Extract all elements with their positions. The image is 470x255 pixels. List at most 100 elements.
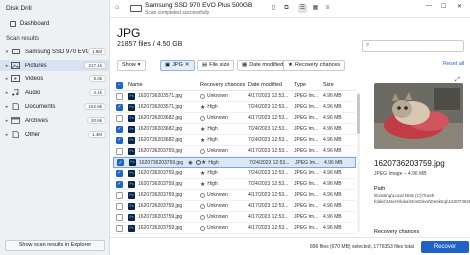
recover-button[interactable]: Recover [421, 241, 469, 253]
chevron-right-icon[interactable]: ▸ [3, 118, 11, 124]
row-checkbox[interactable]: ✓ [116, 169, 123, 177]
menu-icon[interactable]: ≡ [323, 4, 332, 13]
unknown-icon [200, 225, 205, 231]
list-view-icon[interactable]: ☰ [298, 4, 307, 13]
table-row[interactable]: ✓ Ps 1620736203682.jpg ★ High 7/24/2023 12:53… [113, 124, 356, 135]
date-cell: 7/24/2023 12:53... [248, 181, 289, 187]
recovery-value: High [207, 170, 218, 176]
table-row[interactable]: Ps 1620736203759.jpg Unknown 4/17/2023 12:5… [113, 146, 356, 157]
scan-results-heading: Scan results [6, 36, 40, 42]
close-icon[interactable]: ✕ [457, 3, 462, 10]
size-cell: 4.96 MB [323, 115, 342, 121]
audio-icon [11, 89, 20, 96]
row-checkbox[interactable] [116, 191, 123, 199]
table-row[interactable]: Ps 1620736203759.jpg Unknown 4/17/2023 12:5… [113, 212, 356, 223]
column-type[interactable]: Type [294, 82, 323, 88]
chevron-right-icon[interactable]: ▸ [3, 76, 11, 82]
size-cell: 4.96 MB [323, 181, 342, 187]
chevron-right-icon[interactable]: ▸ [3, 104, 11, 110]
row-checkbox[interactable] [116, 213, 123, 221]
locate-icon[interactable] [195, 160, 201, 165]
recovery-chances-filter[interactable]: ★ Recovery chances [283, 60, 346, 71]
sidebar-item-other[interactable]: ▸ Other 1.4M [0, 129, 110, 140]
close-icon[interactable]: ✕ [185, 61, 190, 70]
chevron-down-icon[interactable]: ▾ [3, 49, 11, 55]
dashboard-label: Dashboard [20, 21, 50, 27]
file-name-cell: Ps 1620736203571.jpg [128, 92, 200, 100]
file-name-cell: Ps 1620736203759.jpg [128, 191, 200, 199]
table-row[interactable]: Ps 1620736203759.jpg Unknown 4/17/2023 12:5… [113, 190, 356, 201]
table-row[interactable]: Ps 1620736203759.jpg Unknown 4/17/2023 12:5… [113, 223, 356, 234]
file-icon[interactable]: ▯ [269, 4, 278, 13]
minimize-icon[interactable]: — [426, 3, 432, 9]
sidebar-item-archives[interactable]: ▸ Archives 20.6k [0, 115, 110, 126]
show-in-explorer-button[interactable]: Show scan results in Explorer [5, 240, 105, 251]
chevron-right-icon[interactable]: ▸ [3, 90, 11, 96]
date-cell: 4/17/2023 12:53... [248, 203, 289, 209]
type-cell: JPEG Im... [294, 126, 319, 132]
document-icon [11, 103, 20, 110]
type-cell: JPEG Im... [294, 170, 319, 176]
jpg-file-icon: Ps [128, 180, 135, 188]
sidebar-item-documents[interactable]: ▸ Documents 152.5k [0, 101, 110, 112]
chevron-right-icon[interactable]: ▸ [3, 63, 11, 69]
row-checkbox[interactable] [116, 114, 123, 122]
sidebar-item-pictures[interactable]: ▸ Pictures 217.1k [0, 60, 110, 71]
row-checkbox[interactable]: ✓ [116, 125, 123, 133]
unknown-icon [200, 214, 205, 220]
column-name[interactable]: Name [128, 82, 200, 88]
date-modified-label: Date modified [249, 62, 284, 68]
column-size[interactable]: Size [323, 82, 353, 88]
row-checkbox[interactable]: ✓ [116, 180, 123, 188]
search-input[interactable] [373, 42, 461, 51]
sidebar-item-dashboard[interactable]: Dashboard [10, 19, 49, 29]
reset-all-link[interactable]: Reset all [443, 61, 464, 67]
table-row[interactable]: ✓ Ps 1620736203571.jpg ★ High 7/24/2023 12:53… [113, 102, 356, 113]
column-date[interactable]: Date modified [248, 82, 294, 88]
file-name: 1620736203682.jpg [138, 137, 183, 143]
sidebar-item-audio[interactable]: ▸ Audio 4.1k [0, 87, 110, 98]
archive-icon [11, 117, 20, 124]
table-row[interactable]: ✓ Ps 1620736203759.jpg ◉ ★ High 7/24/2023 12:5… [113, 157, 356, 168]
file-size-filter[interactable]: ▤ File size [197, 60, 235, 71]
row-checkbox[interactable]: ✓ [117, 159, 124, 166]
table-row[interactable]: Ps 1620736203571.jpg Unknown 4/17/2023 12:5… [113, 91, 356, 102]
scrollbar[interactable] [357, 92, 360, 232]
table-row[interactable]: ✓ Ps 1620736203759.jpg ★ High 7/24/2023 12:53… [113, 179, 356, 190]
sidebar-item-label: Samsung SSD 970 EVO... [25, 48, 88, 55]
select-all-checkbox[interactable]: − [116, 81, 123, 89]
count-badge: 4.1k [89, 89, 106, 96]
size-cell: 4.96 MB [323, 225, 342, 231]
row-checkbox[interactable] [116, 92, 123, 100]
chevron-right-icon[interactable]: ▸ [3, 132, 11, 138]
date-cell: 4/17/2023 12:53... [248, 192, 289, 198]
grid-view-icon[interactable]: ▦ [311, 4, 320, 13]
maximize-icon[interactable]: ☐ [441, 3, 446, 10]
recovery-value: High [208, 159, 219, 166]
open-icon[interactable]: ⧉ [282, 4, 291, 13]
search-box[interactable]: ⌕ [362, 40, 464, 52]
column-recovery[interactable]: Recovery chances [200, 82, 248, 88]
file-name: 1620736203759.jpg [138, 225, 183, 231]
table-row[interactable]: ✓ Ps 1620736203682.jpg ★ High 7/24/2023 12:53… [113, 135, 356, 146]
sidebar-item-drive[interactable]: ▾ Samsung SSD 970 EVO... 1.8M [0, 46, 110, 57]
type-filter[interactable]: ▣ JPG ✕ [160, 60, 195, 71]
date-cell: 7/24/2023 12:53... [248, 170, 289, 176]
show-filter[interactable]: Show ▾ [117, 60, 146, 71]
type-cell: JPEG Im... [294, 181, 319, 187]
preview-eye-icon[interactable]: ◉ [188, 160, 192, 166]
row-checkbox[interactable]: ✓ [116, 103, 123, 111]
table-row[interactable]: Ps 1620736203682.jpg Unknown 4/17/2023 12:5… [113, 113, 356, 124]
type-cell: JPEG Im... [294, 225, 319, 231]
file-name-cell: Ps 1620736203759.jpg ◉ [129, 159, 201, 166]
home-icon[interactable]: ⌂ [115, 4, 119, 11]
row-checkbox[interactable]: ✓ [116, 136, 123, 144]
row-checkbox[interactable] [116, 224, 123, 232]
scrollbar-thumb[interactable] [357, 94, 360, 134]
date-modified-filter[interactable]: ▦ Date modified [237, 60, 289, 71]
table-row[interactable]: Ps 1620736203759.jpg Unknown 4/17/2023 12:5… [113, 201, 356, 212]
row-checkbox[interactable] [116, 202, 123, 210]
sidebar-item-videos[interactable]: ▸ Videos 5.3k [0, 73, 110, 84]
table-row[interactable]: ✓ Ps 1620736203759.jpg ★ High 7/24/2023 12:53… [113, 168, 356, 179]
row-checkbox[interactable] [116, 147, 123, 155]
